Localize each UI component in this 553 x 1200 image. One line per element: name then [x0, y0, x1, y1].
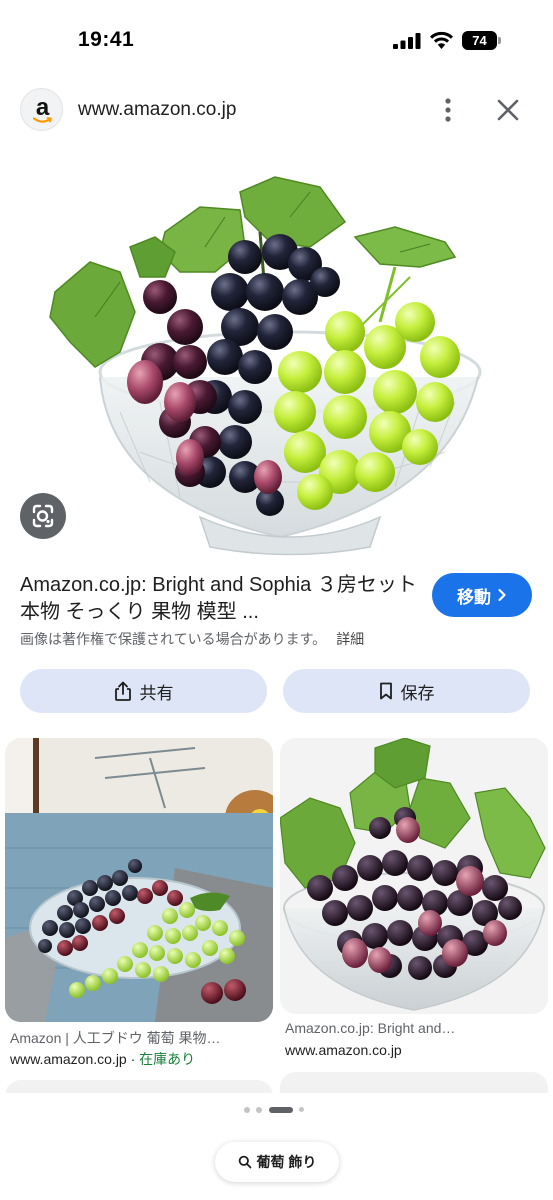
source-url[interactable]: www.amazon.co.jp [78, 99, 236, 121]
chevron-right-icon [498, 588, 506, 602]
page-dot [244, 1107, 250, 1113]
page-dot [256, 1107, 262, 1113]
copyright-text: 画像は著作権で保護されている場合があります。 [20, 631, 327, 647]
related-search-chip[interactable]: 葡萄 飾り [215, 1142, 339, 1182]
status-bar: 19:41 74 [0, 0, 553, 80]
save-label: 保存 [400, 683, 435, 703]
battery-indicator: 74 [462, 31, 501, 50]
related-result-image[interactable] [5, 738, 273, 1022]
related-result-source: Amazon.co.jp: Bright and… [285, 1020, 456, 1036]
source-header: a www.amazon.co.jp [0, 84, 553, 136]
related-result-source: Amazon | 人工ブドウ 葡萄 果物… [10, 1030, 221, 1046]
visit-label: 移動 [457, 587, 491, 607]
grapes-product-image[interactable] [0, 152, 553, 557]
share-label: 共有 [139, 683, 174, 703]
cellular-signal-icon [393, 33, 421, 49]
related-result-card[interactable]: Amazon | 人工ブドウ 葡萄 果物… www.amazon.co.jp ·… [5, 738, 273, 1068]
copyright-notice: 画像は著作権で保護されている場合があります。 詳細 [20, 629, 364, 649]
result-title[interactable]: Amazon.co.jp: Bright and Sophia ３房セット 本物… [20, 572, 420, 626]
related-result-domain: www.amazon.co.jp [285, 1042, 402, 1058]
search-icon [238, 1155, 251, 1169]
stock-status: 在庫あり [139, 1051, 196, 1067]
related-result-domain: www.amazon.co.jp · 在庫あり [10, 1051, 196, 1067]
close-icon[interactable] [494, 96, 522, 124]
visit-button[interactable]: 移動 [432, 573, 532, 617]
battery-level: 74 [472, 33, 487, 48]
amazon-logo-icon: a [20, 88, 63, 131]
bookmark-icon [379, 682, 392, 700]
status-time: 19:41 [78, 28, 135, 51]
related-result-image[interactable] [280, 738, 548, 1014]
page-dot [299, 1107, 304, 1112]
google-lens-button[interactable] [20, 493, 66, 539]
save-button[interactable]: 保存 [283, 669, 530, 713]
share-button[interactable]: 共有 [20, 669, 267, 713]
details-link[interactable]: 詳細 [336, 631, 364, 647]
share-icon [114, 681, 131, 701]
search-chip-label: 葡萄 飾り [256, 1154, 317, 1170]
related-result-card[interactable]: Amazon.co.jp: Bright and… www.amazon.co.… [280, 738, 548, 1068]
domain-text: www.amazon.co.jp [10, 1051, 127, 1067]
wifi-icon [430, 31, 453, 49]
page-dot-active [269, 1107, 293, 1113]
lens-icon [32, 504, 54, 528]
more-vert-icon[interactable] [436, 96, 460, 124]
